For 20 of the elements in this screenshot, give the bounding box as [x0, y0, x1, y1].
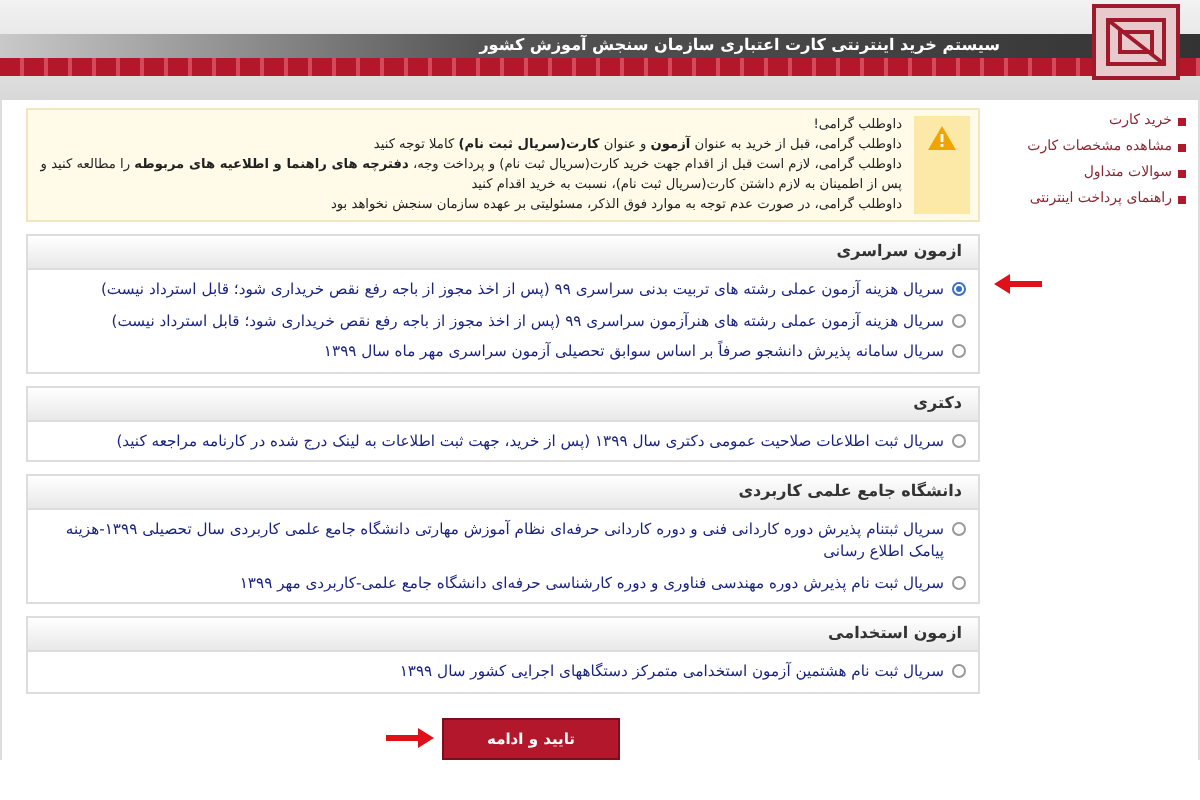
header-title: سیستم خرید اینترنتی کارت اعتباری سازمان سنجش آموزش کشور [479, 34, 1000, 58]
bullet-icon [1178, 117, 1186, 125]
section-header: ازمون استخدامی [28, 618, 978, 653]
radio-button[interactable] [952, 575, 966, 590]
radio-button[interactable] [952, 433, 966, 448]
radio-button[interactable] [952, 344, 966, 359]
warning-icon [928, 126, 956, 150]
bullet-icon [1178, 143, 1186, 151]
pointer-arrow-icon [385, 728, 434, 749]
radio-button[interactable] [952, 664, 966, 679]
logo-icon [1092, 4, 1180, 80]
bullet-icon [1178, 195, 1186, 203]
radio-button[interactable] [952, 313, 966, 328]
radio-button[interactable] [952, 522, 966, 537]
radio-button[interactable] [952, 282, 966, 297]
bullet-icon [1178, 169, 1186, 177]
section-header: دانشگاه جامع علمی کاربردی [28, 476, 978, 511]
pointer-arrow-icon [994, 274, 1042, 295]
section-header: ازمون سراسری [28, 236, 978, 271]
section-header: دکتری [28, 387, 978, 422]
